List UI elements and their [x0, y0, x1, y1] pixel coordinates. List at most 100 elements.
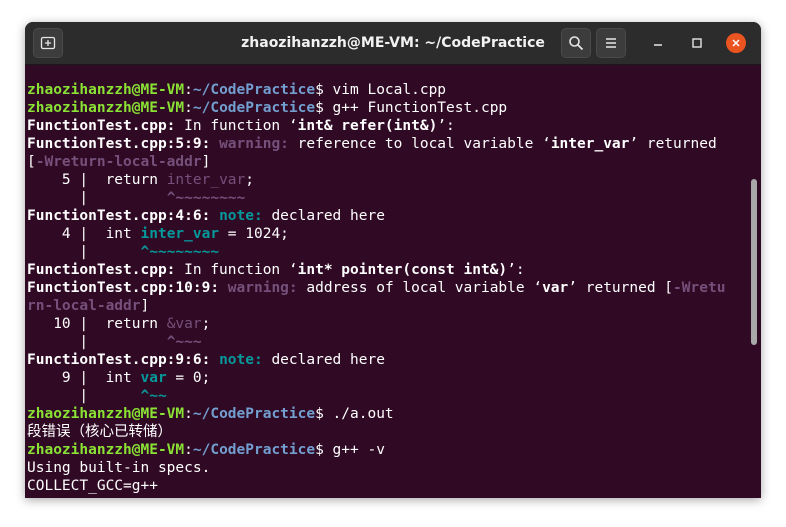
terminal-text: zhaozihanzzh@ME-VM	[27, 82, 185, 98]
terminal-line: FunctionTest.cpp:9:6: note: declared her…	[27, 351, 761, 369]
terminal-text: warning:	[227, 280, 298, 296]
terminal-text: zhaozihanzzh@ME-VM	[27, 100, 185, 116]
terminal-line: rn-local-addr]	[27, 297, 761, 315]
terminal-text: note:	[219, 208, 263, 224]
terminal-text: zhaozihanzzh@ME-VM	[27, 442, 185, 458]
terminal-text: |	[27, 244, 141, 260]
terminal-text: 10 | return	[27, 316, 167, 332]
terminal-text: -Wretu	[673, 280, 726, 296]
terminal-text: declared here	[262, 352, 385, 368]
terminal-text: :	[184, 406, 193, 422]
terminal-text: [	[27, 154, 36, 170]
terminal-text: |	[27, 388, 141, 404]
terminal-line: FunctionTest.cpp: In function ‘int& refe…	[27, 117, 761, 135]
terminal-line: 9 | int var = 0;	[27, 369, 761, 387]
terminal-text: inter_var	[550, 136, 630, 152]
terminal-line: 4 | int inter_var = 1024;	[27, 225, 761, 243]
close-button[interactable]	[726, 33, 746, 53]
terminal-line: 5 | return inter_var;	[27, 171, 761, 189]
terminal-text: Using built-in specs.	[27, 460, 211, 476]
terminal-text: warning:	[219, 136, 289, 152]
terminal-text: rn-local-addr	[27, 298, 141, 314]
terminal-line: FunctionTest.cpp:10:9: warning: address …	[27, 279, 761, 297]
terminal-text: In function ‘	[175, 262, 298, 278]
minimize-button[interactable]	[648, 33, 668, 53]
terminal-text: ]	[201, 154, 211, 170]
terminal-text: 段错误（核心已转储）	[27, 424, 172, 440]
terminal-text: ’:	[507, 262, 525, 278]
terminal-line: Using built-in specs.	[27, 459, 761, 477]
terminal-text: = 1024;	[219, 226, 289, 242]
terminal-line: | ^~~~	[27, 333, 761, 351]
terminal-text: FunctionTest.cpp:	[27, 118, 176, 134]
terminal-text: address of local variable ‘	[297, 280, 543, 296]
menu-button[interactable]	[596, 28, 626, 58]
terminal-text: ~/CodePractice	[192, 82, 316, 98]
terminal-text: $ g++ -v	[315, 442, 385, 458]
terminal-text: &var	[166, 316, 202, 332]
terminal-line: | ^~~~~~~~~	[27, 243, 761, 261]
terminal-text: FunctionTest.cpp:9:6:	[27, 352, 211, 368]
terminal-text: var	[140, 370, 167, 386]
terminal-line: 段错误（核心已转储）	[27, 423, 761, 441]
maximize-icon	[692, 38, 702, 48]
terminal-text: ’:	[437, 118, 455, 134]
terminal-text: ~/CodePractice	[192, 442, 316, 458]
terminal-text: $ g++ FunctionTest.cpp	[315, 100, 508, 116]
terminal-line: FunctionTest.cpp:4:6: note: declared her…	[27, 207, 761, 225]
terminal-text: $ vim Local.cpp	[315, 82, 447, 98]
scrollbar[interactable]	[751, 179, 757, 345]
terminal-line: COLLECT_GCC=g++	[27, 477, 761, 495]
terminal-text: COLLECT_GCC=g++	[27, 478, 158, 494]
search-icon	[569, 36, 584, 51]
terminal-text: |	[27, 190, 167, 206]
terminal-text: int& refer(int&)	[297, 118, 438, 134]
terminal-text: ’ returned [	[568, 280, 674, 296]
terminal-text: ]	[140, 298, 150, 314]
terminal-text: ~/CodePractice	[192, 100, 316, 116]
terminal-text: = 0;	[166, 370, 211, 386]
terminal-line: 10 | return &var;	[27, 315, 761, 333]
title-bar[interactable]: zhaozihanzzh@ME-VM: ~/CodePractice	[25, 22, 761, 65]
terminal-text: ^~~~~~~~~	[166, 190, 246, 206]
terminal-output[interactable]: zhaozihanzzh@ME-VM:~/CodePractice$ vim L…	[27, 81, 761, 498]
terminal-window: zhaozihanzzh@ME-VM: ~/CodePractice zhaoz…	[25, 22, 761, 498]
terminal-line: [-Wreturn-local-addr]	[27, 153, 761, 171]
terminal-line: zhaozihanzzh@ME-VM:~/CodePractice$ g++ F…	[27, 99, 761, 117]
terminal-text: $ ./a.out	[315, 406, 394, 422]
terminal-text: ^~~	[140, 388, 167, 404]
search-button[interactable]	[561, 28, 591, 58]
terminal-text: In function ‘	[175, 118, 298, 134]
maximize-button[interactable]	[687, 33, 707, 53]
terminal-line: zhaozihanzzh@ME-VM:~/CodePractice$ vim L…	[27, 81, 761, 99]
terminal-text: note:	[219, 352, 263, 368]
terminal-text: 9 | int	[27, 370, 141, 386]
terminal-text: -Wreturn-local-addr	[35, 154, 202, 170]
terminal-text: ;	[201, 316, 211, 332]
terminal-text: FunctionTest.cpp:	[27, 262, 176, 278]
terminal-text: ;	[245, 172, 254, 188]
terminal-text: var	[542, 280, 569, 296]
terminal-text: :	[184, 82, 193, 98]
terminal-text: inter_var	[166, 172, 246, 188]
terminal-text: declared here	[262, 208, 385, 224]
terminal-text: :	[184, 442, 193, 458]
terminal-text: ~/CodePractice	[192, 406, 316, 422]
hamburger-menu-icon	[606, 38, 616, 48]
minimize-icon	[654, 44, 662, 46]
terminal-text: 5 | return	[27, 172, 167, 188]
terminal-text: zhaozihanzzh@ME-VM	[27, 406, 185, 422]
terminal-line: FunctionTest.cpp: In function ‘int* poin…	[27, 261, 761, 279]
terminal-line: FunctionTest.cpp:5:9: warning: reference…	[27, 135, 761, 153]
terminal-text: ^~~~	[166, 334, 202, 350]
terminal-line: zhaozihanzzh@ME-VM:~/CodePractice$ ./a.o…	[27, 405, 761, 423]
close-icon	[732, 39, 740, 47]
terminal-text: 4 | int	[27, 226, 141, 242]
terminal-line: zhaozihanzzh@ME-VM:~/CodePractice$ g++ -…	[27, 441, 761, 459]
terminal-text: FunctionTest.cpp:10:9:	[27, 280, 220, 296]
terminal-line: | ^~~	[27, 387, 761, 405]
